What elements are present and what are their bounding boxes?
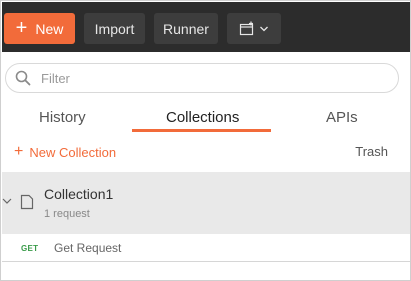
collection-request-count: 1 request <box>44 208 90 220</box>
new-window-icon <box>239 21 254 35</box>
tab-collections[interactable]: Collections <box>166 107 239 129</box>
method-badge: GET <box>21 244 39 253</box>
runner-button[interactable]: Runner <box>154 13 218 44</box>
new-collection-label: New Collection <box>29 144 117 160</box>
import-button-label: Import <box>94 20 135 37</box>
new-button-label: New <box>35 20 64 37</box>
runner-button-label: Runner <box>163 20 209 37</box>
tab-apis[interactable]: APIs <box>326 107 358 129</box>
import-button[interactable]: Import <box>84 13 145 44</box>
toolbar: + New Import Runner <box>2 2 410 52</box>
divider <box>2 261 410 262</box>
tab-collections-label: Collections <box>166 109 240 126</box>
search-input[interactable] <box>41 70 371 86</box>
search-field[interactable] <box>5 63 399 93</box>
tab-history-label: History <box>39 109 86 126</box>
new-button[interactable]: + New <box>4 13 75 44</box>
new-collection-button[interactable]: + New Collection <box>14 144 116 160</box>
app-frame: + New Import Runner History <box>0 0 411 281</box>
new-window-button[interactable] <box>227 13 281 44</box>
request-item[interactable]: GET Get Request <box>2 234 410 262</box>
trash-link[interactable]: Trash <box>355 144 388 159</box>
active-tab-indicator <box>132 129 271 132</box>
search-icon <box>15 70 31 86</box>
tab-apis-label: APIs <box>326 109 358 126</box>
collection-icon <box>20 194 34 210</box>
chevron-down-icon <box>260 26 268 31</box>
plus-icon: + <box>15 16 28 39</box>
chevron-down-icon[interactable] <box>2 197 12 205</box>
trash-label: Trash <box>355 144 388 159</box>
tab-history[interactable]: History <box>39 107 86 129</box>
request-name: Get Request <box>54 241 122 255</box>
collection-item[interactable]: Collection1 1 request <box>2 172 410 234</box>
plus-icon: + <box>14 143 24 160</box>
collection-name: Collection1 <box>44 186 114 202</box>
